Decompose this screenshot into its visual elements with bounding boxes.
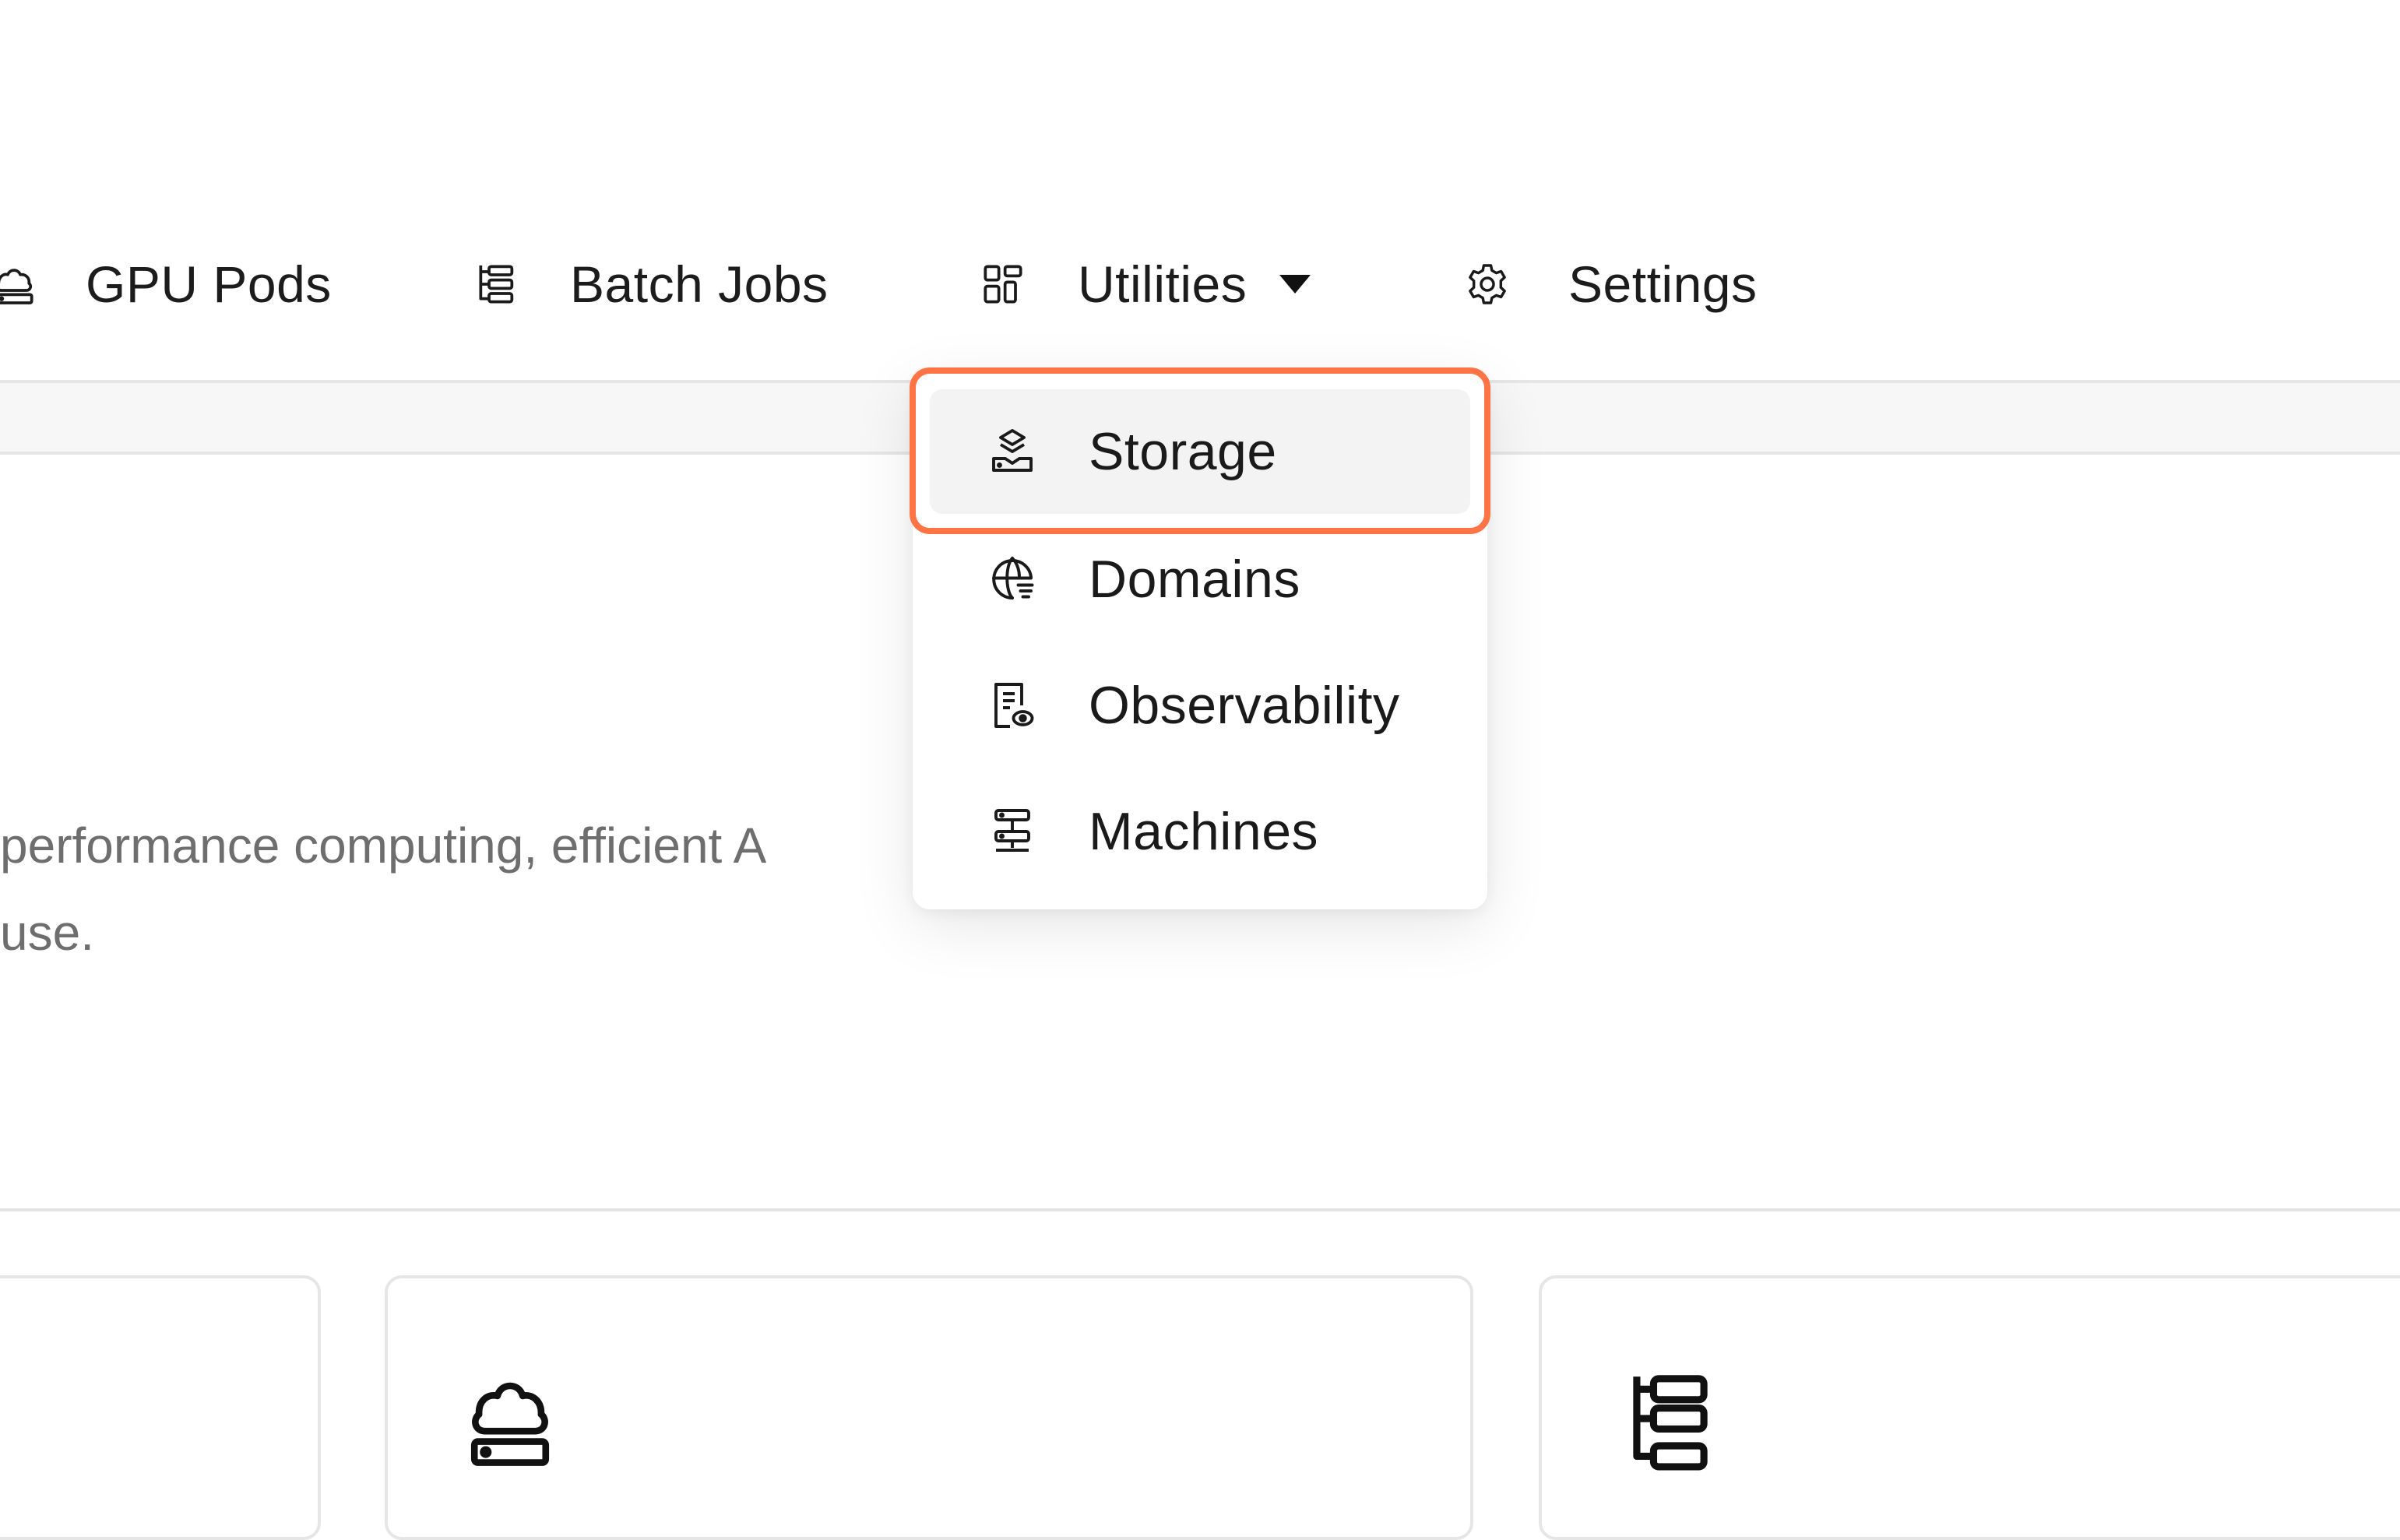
- feature-card[interactable]: [0, 1275, 321, 1540]
- menu-item-domains[interactable]: Domains: [930, 517, 1470, 642]
- menu-item-label: Storage: [1089, 422, 1277, 481]
- layers-tray-icon: [984, 424, 1040, 480]
- nav-item-utilities[interactable]: Utilities: [978, 249, 1311, 319]
- menu-item-observability[interactable]: Observability: [930, 643, 1470, 768]
- hierarchy-list-icon: [1620, 1364, 1721, 1473]
- globe-icon: [984, 551, 1040, 607]
- hero-description-line: use.: [0, 905, 94, 961]
- nav-item-settings[interactable]: Settings: [1462, 249, 1757, 319]
- utilities-dropdown-menu: Storage Domains Observability Machines: [913, 372, 1487, 909]
- menu-item-label: Domains: [1089, 550, 1300, 609]
- menu-item-storage[interactable]: Storage: [930, 389, 1470, 514]
- menu-item-label: Machines: [1089, 802, 1319, 861]
- hero-description-line: performance computing, efficient A: [0, 817, 767, 874]
- feature-card-gpu-pods[interactable]: [385, 1275, 1473, 1540]
- gear-icon: [1462, 259, 1512, 309]
- hierarchy-list-icon: [470, 259, 520, 309]
- hero-description: performance computing, efficient A use.: [0, 802, 766, 976]
- nav-item-batch-jobs[interactable]: Batch Jobs: [470, 249, 829, 319]
- nav-label: Utilities: [1078, 255, 1248, 313]
- top-navigation: GPU Pods Batch Jobs Utilities Settings: [0, 0, 2400, 381]
- nav-label: Settings: [1568, 255, 1758, 313]
- caret-down-icon: [1279, 275, 1311, 294]
- cloud-server-icon: [0, 259, 39, 309]
- nav-item-gpu-pods[interactable]: GPU Pods: [0, 249, 332, 319]
- grid-icon: [978, 259, 1028, 309]
- menu-item-label: Observability: [1089, 676, 1400, 735]
- nav-label: Batch Jobs: [570, 255, 829, 313]
- cloud-server-icon: [459, 1364, 561, 1473]
- nav-label: GPU Pods: [86, 255, 332, 313]
- feature-card-batch-jobs[interactable]: [1539, 1275, 2400, 1540]
- document-eye-icon: [984, 677, 1040, 733]
- menu-item-machines[interactable]: Machines: [930, 769, 1470, 894]
- section-divider: [0, 1208, 2400, 1211]
- server-rack-icon: [984, 803, 1040, 860]
